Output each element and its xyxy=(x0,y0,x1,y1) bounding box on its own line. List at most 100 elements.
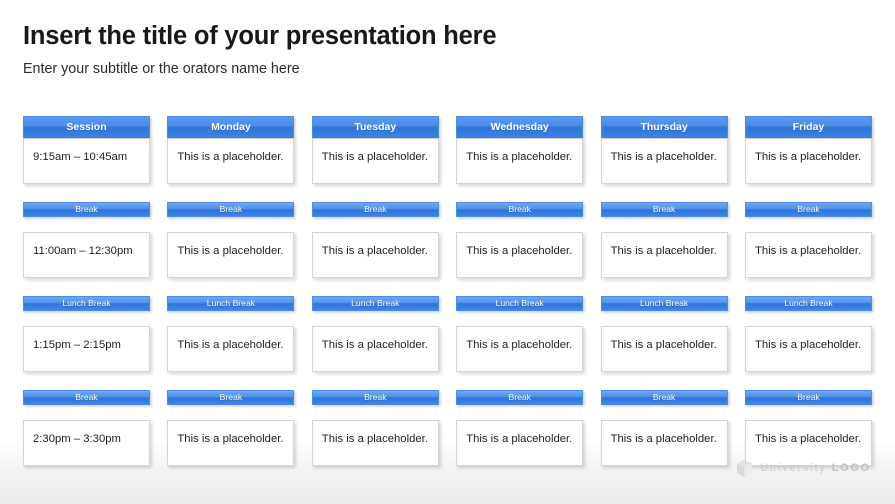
cell-text: This is a placeholder. xyxy=(754,433,862,445)
column-header-group: Wednesday This is a placeholder. xyxy=(456,116,584,184)
timetable-grid: Session 9:15am – 10:45am Break 11:00am –… xyxy=(23,116,872,466)
break-bar-2-friday[interactable]: Lunch Break xyxy=(744,296,872,311)
break-bar-1-monday[interactable]: Break xyxy=(167,202,295,217)
break-bar-3-thursday[interactable]: Break xyxy=(600,390,728,405)
table-cell-session-2[interactable]: 11:00am – 12:30pm xyxy=(23,232,150,278)
break-bar-2-wednesday[interactable]: Lunch Break xyxy=(456,296,584,311)
table-cell-session-4[interactable]: 2:30pm – 3:30pm xyxy=(23,420,150,466)
break-bar-label: Break xyxy=(508,392,531,403)
timetable-column-session: Session 9:15am – 10:45am Break 11:00am –… xyxy=(23,116,150,466)
table-cell-friday-2[interactable]: This is a placeholder. xyxy=(744,232,872,278)
presentation-slide: Insert the title of your presentation he… xyxy=(0,0,895,504)
column-header-label: Friday xyxy=(792,121,825,134)
cell-text: This is a placeholder. xyxy=(466,339,573,351)
column-header-group: Friday This is a placeholder. xyxy=(744,116,872,184)
column-header-wednesday[interactable]: Wednesday xyxy=(456,116,584,138)
cell-text: This is a placeholder. xyxy=(177,433,284,445)
session-time: 1:15pm – 2:15pm xyxy=(33,339,121,351)
break-bar-label: Break xyxy=(219,204,243,215)
column-header-monday[interactable]: Monday xyxy=(167,116,295,138)
table-cell-thursday-3[interactable]: This is a placeholder. xyxy=(600,326,728,372)
break-bar-3-tuesday[interactable]: Break xyxy=(311,390,439,405)
break-bar-label: Break xyxy=(364,392,387,403)
break-bar-label: Break xyxy=(219,392,243,403)
university-logo: University LOGO xyxy=(736,459,871,478)
timetable-column-monday: Monday This is a placeholder. Break This… xyxy=(167,116,295,466)
cell-text: This is a placeholder. xyxy=(321,245,428,257)
cell-text: This is a placeholder. xyxy=(754,339,862,351)
break-bar-label: Lunch Break xyxy=(206,298,256,309)
break-bar-1-session[interactable]: Break xyxy=(23,202,150,217)
table-cell-session-1[interactable]: 9:15am – 10:45am xyxy=(23,138,150,184)
break-bar-1-tuesday[interactable]: Break xyxy=(311,202,439,217)
table-cell-monday-3[interactable]: This is a placeholder. xyxy=(167,326,295,372)
break-bar-1-thursday[interactable]: Break xyxy=(600,202,728,217)
break-bar-label: Break xyxy=(797,392,820,403)
cell-text: This is a placeholder. xyxy=(754,151,862,163)
break-bar-3-wednesday[interactable]: Break xyxy=(456,390,584,405)
logo-text: University LOGO xyxy=(760,463,871,474)
break-bar-2-thursday[interactable]: Lunch Break xyxy=(600,296,728,311)
cell-text: This is a placeholder. xyxy=(321,433,428,445)
column-header-tuesday[interactable]: Tuesday xyxy=(311,116,439,138)
column-header-label: Session xyxy=(66,121,107,134)
column-header-group: Thursday This is a placeholder. xyxy=(600,116,728,184)
timetable-column-friday: Friday This is a placeholder. Break This… xyxy=(744,116,872,466)
break-bar-2-monday[interactable]: Lunch Break xyxy=(167,296,295,311)
column-header-thursday[interactable]: Thursday xyxy=(600,116,728,138)
break-bar-label: Break xyxy=(364,204,387,215)
column-header-label: Wednesday xyxy=(490,121,549,134)
table-cell-session-3[interactable]: 1:15pm – 2:15pm xyxy=(23,326,150,372)
column-header-session[interactable]: Session xyxy=(23,116,150,138)
column-header-group: Tuesday This is a placeholder. xyxy=(311,116,439,184)
break-bar-2-session[interactable]: Lunch Break xyxy=(23,296,150,311)
cell-text: This is a placeholder. xyxy=(610,433,717,445)
break-bar-label: Lunch Break xyxy=(495,298,544,309)
break-bar-3-session[interactable]: Break xyxy=(23,390,150,405)
column-header-label: Tuesday xyxy=(354,121,397,134)
cell-text: This is a placeholder. xyxy=(610,151,717,163)
table-cell-thursday-4[interactable]: This is a placeholder. xyxy=(600,420,728,466)
table-cell-thursday-2[interactable]: This is a placeholder. xyxy=(600,232,728,278)
timetable-column-thursday: Thursday This is a placeholder. Break Th… xyxy=(600,116,728,466)
cell-text: This is a placeholder. xyxy=(466,151,573,163)
cell-text: This is a placeholder. xyxy=(321,339,428,351)
break-bar-3-monday[interactable]: Break xyxy=(167,390,295,405)
break-bar-1-wednesday[interactable]: Break xyxy=(456,202,584,217)
break-bar-label: Break xyxy=(508,204,531,215)
break-bar-2-tuesday[interactable]: Lunch Break xyxy=(311,296,439,311)
timetable-column-tuesday: Tuesday This is a placeholder. Break Thi… xyxy=(311,116,439,466)
page-title: Insert the title of your presentation he… xyxy=(23,22,497,50)
session-time: 9:15am – 10:45am xyxy=(33,151,128,163)
table-cell-wednesday-2[interactable]: This is a placeholder. xyxy=(456,232,584,278)
slide-heading: Insert the title of your presentation he… xyxy=(23,22,843,78)
cube-icon xyxy=(737,460,753,477)
table-cell-tuesday-3[interactable]: This is a placeholder. xyxy=(311,326,439,372)
table-cell-tuesday-1[interactable]: This is a placeholder. xyxy=(311,138,439,184)
cell-text: This is a placeholder. xyxy=(754,245,862,257)
break-bar-3-friday[interactable]: Break xyxy=(744,390,872,405)
table-cell-tuesday-2[interactable]: This is a placeholder. xyxy=(311,232,439,278)
break-bar-1-friday[interactable]: Break xyxy=(744,202,872,217)
table-cell-friday-3[interactable]: This is a placeholder. xyxy=(744,326,872,372)
break-bar-label: Lunch Break xyxy=(351,298,400,309)
timetable-column-wednesday: Wednesday This is a placeholder. Break T… xyxy=(456,116,584,466)
column-header-friday[interactable]: Friday xyxy=(744,116,872,138)
table-cell-wednesday-4[interactable]: This is a placeholder. xyxy=(456,420,584,466)
logo-text-bold: LOGO xyxy=(831,462,871,475)
column-header-group: Session 9:15am – 10:45am xyxy=(23,116,150,184)
break-bar-label: Lunch Break xyxy=(784,298,833,309)
table-cell-monday-1[interactable]: This is a placeholder. xyxy=(167,138,295,184)
table-cell-wednesday-3[interactable]: This is a placeholder. xyxy=(456,326,584,372)
table-cell-thursday-1[interactable]: This is a placeholder. xyxy=(600,138,728,184)
table-cell-tuesday-4[interactable]: This is a placeholder. xyxy=(311,420,439,466)
table-cell-wednesday-1[interactable]: This is a placeholder. xyxy=(456,138,584,184)
table-cell-monday-2[interactable]: This is a placeholder. xyxy=(167,232,295,278)
break-bar-label: Break xyxy=(75,392,98,403)
cell-text: This is a placeholder. xyxy=(177,339,284,351)
break-bar-label: Lunch Break xyxy=(639,298,689,309)
cell-text: This is a placeholder. xyxy=(177,245,284,257)
table-cell-monday-4[interactable]: This is a placeholder. xyxy=(167,420,295,466)
cell-text: This is a placeholder. xyxy=(610,339,717,351)
table-cell-friday-1[interactable]: This is a placeholder. xyxy=(744,138,872,184)
